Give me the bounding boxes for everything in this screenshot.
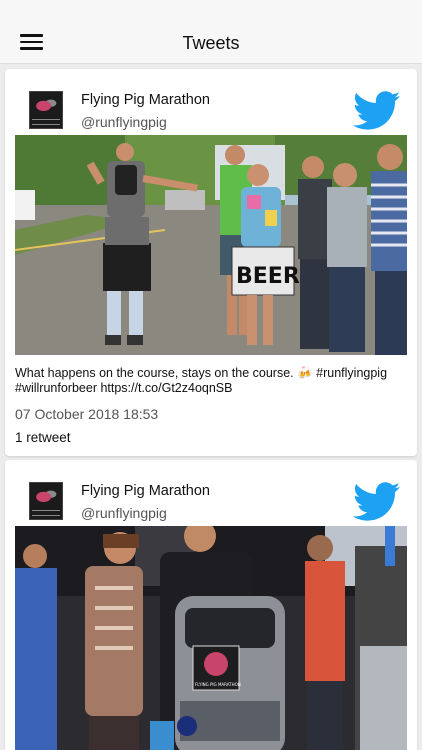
retweet-count: 1 retweet [15, 430, 71, 445]
tweet-photo-marathon-beer[interactable]: BEER [15, 135, 407, 355]
top-app-bar: Tweets [0, 0, 422, 64]
backpack-logo-text: FLYING PIG MARATHON [195, 682, 241, 687]
tweet-card[interactable]: Flying Pig Marathon @runflyingpig [5, 69, 417, 456]
page-title: Tweets [182, 33, 240, 53]
beer-sign-text: BEER [236, 264, 300, 289]
tweet-text: What happens on the course, stays on the… [15, 366, 388, 395]
profile-avatar[interactable] [29, 482, 63, 520]
twitter-bird-icon[interactable] [353, 91, 401, 131]
tweet-card[interactable]: Flying Pig Marathon @runflyingpig [5, 460, 417, 750]
tweet-date: 07 October 2018 18:53 [15, 406, 159, 422]
author-handle[interactable]: @runflyingpig [81, 114, 167, 130]
author-name[interactable]: Flying Pig Marathon [81, 92, 210, 108]
twitter-bird-icon[interactable] [353, 482, 401, 522]
author-name[interactable]: Flying Pig Marathon [81, 483, 210, 499]
author-handle[interactable]: @runflyingpig [81, 505, 167, 521]
tweet-photo-expo-crowd[interactable]: FLYING PIG MARATHON [15, 526, 407, 750]
profile-avatar[interactable] [29, 91, 63, 129]
